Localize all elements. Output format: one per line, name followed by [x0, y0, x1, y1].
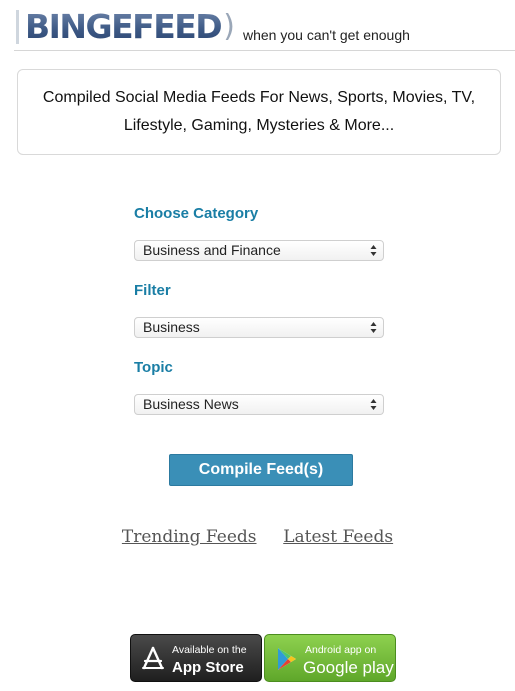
intro-box: Compiled Social Media Feeds For News, Sp…: [17, 69, 501, 155]
select-arrows-icon: [370, 399, 377, 410]
logo-paren: ): [223, 9, 235, 44]
logo-text: BINGEFEED: [25, 7, 223, 46]
site-header: BINGEFEED ) when you can't get enough: [0, 0, 515, 52]
site-logo[interactable]: BINGEFEED ): [16, 8, 235, 46]
category-select-value: Business and Finance: [143, 242, 281, 258]
filter-select[interactable]: Business: [134, 317, 384, 338]
topic-select[interactable]: Business News: [134, 394, 384, 415]
feed-links: Trending Feeds Latest Feeds: [0, 527, 515, 547]
select-arrows-icon: [370, 322, 377, 333]
google-play-big-text: Google play: [303, 658, 394, 677]
select-arrows-icon: [370, 245, 377, 256]
topic-label: Topic: [134, 359, 173, 376]
filter-select-value: Business: [143, 319, 200, 335]
trending-feeds-link[interactable]: Trending Feeds: [122, 527, 257, 547]
google-play-small-text: Android app on: [305, 644, 377, 656]
google-play-icon: [278, 648, 296, 670]
google-play-badge[interactable]: Android app on Google play: [264, 634, 396, 682]
category-select[interactable]: Business and Finance: [134, 240, 384, 261]
compile-feeds-button[interactable]: Compile Feed(s): [169, 454, 353, 486]
category-label: Choose Category: [134, 205, 259, 222]
app-store-big-text: App Store: [172, 659, 244, 676]
app-store-icon: [142, 646, 164, 670]
logo-divider: [16, 10, 19, 44]
header-divider: [14, 50, 515, 51]
latest-feeds-link[interactable]: Latest Feeds: [283, 527, 393, 547]
tagline: when you can't get enough: [243, 27, 410, 43]
intro-text: Compiled Social Media Feeds For News, Sp…: [42, 89, 476, 134]
topic-select-value: Business News: [143, 396, 239, 412]
app-store-badge[interactable]: Available on the App Store: [130, 634, 262, 682]
app-store-small-text: Available on the: [172, 644, 247, 656]
filter-label: Filter: [134, 282, 171, 299]
